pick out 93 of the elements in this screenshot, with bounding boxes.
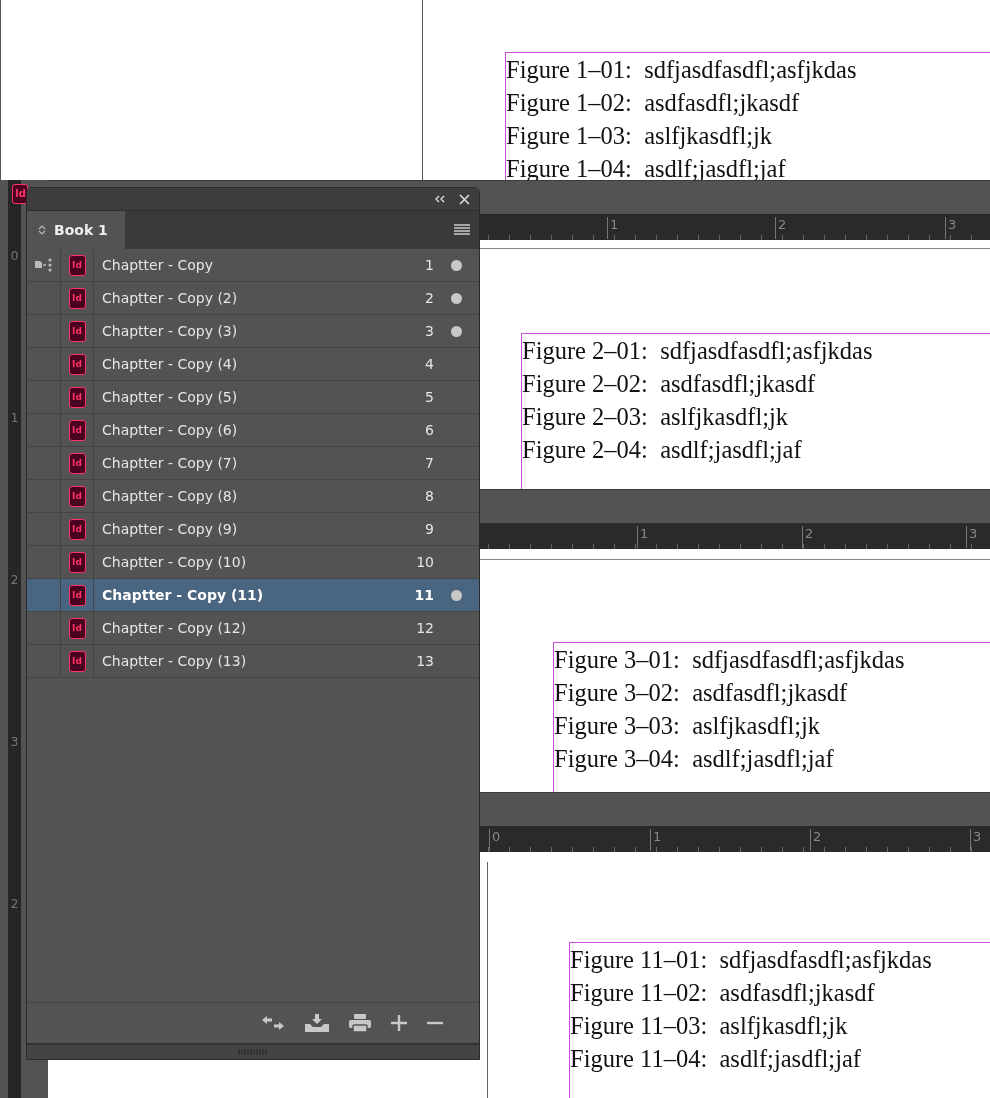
panel-tab[interactable]: Book 1 <box>27 211 125 249</box>
indesign-file-icon: Id <box>68 452 86 474</box>
ruler-label: 3 <box>945 217 957 239</box>
chapter-name: Chaptter - Copy <box>102 257 214 273</box>
ruler-label: 3 <box>10 734 19 750</box>
chapter-name: Chaptter - Copy (5) <box>102 389 239 405</box>
print-icon[interactable] <box>349 1014 371 1032</box>
ruler-label: 2 <box>810 829 822 851</box>
indesign-file-icon: Id <box>68 485 86 507</box>
chapter-row[interactable]: Id Chaptter - Copy (12) 12 <box>27 612 479 645</box>
chapter-row[interactable]: Id Chaptter - Copy (7) 7 <box>27 447 479 480</box>
page-number: 3 <box>424 323 434 339</box>
ruler-label: 0 <box>489 829 501 851</box>
ruler-label: 1 <box>637 526 649 548</box>
chapter-row[interactable]: Id Chaptter - Copy (5) 5 <box>27 381 479 414</box>
chapter-row[interactable]: Id Chaptter - Copy (2) 2 <box>27 282 479 315</box>
figure-caption: Figure 11–02: asdfasdfl;jkasdf <box>570 978 876 1008</box>
indesign-file-icon: Id <box>68 551 86 573</box>
page-number: 2 <box>424 290 434 306</box>
page-number: 5 <box>424 389 434 405</box>
indesign-file-icon: Id <box>68 584 86 606</box>
chapter-name: Chaptter - Copy (4) <box>102 356 239 372</box>
figure-caption: Figure 2–04: asdlf;jasdfl;jaf <box>522 435 803 465</box>
chapter-row[interactable]: Id Chaptter - Copy (4) 4 <box>27 348 479 381</box>
figure-caption: Figure 1–04: asdlf;jasdfl;jaf <box>506 154 787 184</box>
indesign-file-icon: Id <box>68 320 86 342</box>
indesign-file-icon: Id <box>68 386 86 408</box>
chapter-name: Chaptter - Copy (13) <box>102 653 248 669</box>
figure-caption: Figure 3–03: aslfjkasdfl;jk <box>554 711 822 741</box>
figure-caption: Figure 3–01: sdfjasdfasdfl;asfjkdas <box>554 645 906 675</box>
ruler-label: 1 <box>10 410 19 426</box>
page-number: 7 <box>424 455 434 471</box>
chapter-row[interactable]: Id Chaptter - Copy (11) 11 <box>27 579 479 612</box>
figure-caption: Figure 11–03: aslfjkasdfl;jk <box>570 1011 849 1041</box>
ruler-label: 2 <box>775 217 787 239</box>
ruler-label: 2 <box>10 896 19 912</box>
chapter-name: Chaptter - Copy (9) <box>102 521 239 537</box>
ruler-label: 1 <box>607 217 619 239</box>
indesign-file-icon: Id <box>68 287 86 309</box>
chapter-name: Chaptter - Copy (12) <box>102 620 248 636</box>
chapter-row[interactable]: Id Chaptter - Copy (3) 3 <box>27 315 479 348</box>
figure-caption: Figure 3–04: asdlf;jasdfl;jaf <box>554 744 835 774</box>
page-number: 10 <box>415 554 434 570</box>
chapter-name: Chaptter - Copy (2) <box>102 290 239 306</box>
figure-caption: Figure 1–03: aslfjkasdfl;jk <box>506 121 774 151</box>
figure-caption: Figure 11–04: asdlf;jasdfl;jaf <box>570 1044 862 1074</box>
figure-caption: Figure 3–02: asdfasdfl;jkasdf <box>554 678 849 708</box>
indesign-file-icon: Id <box>68 353 86 375</box>
indesign-file-icon: Id <box>68 617 86 639</box>
ruler-label: 1 <box>650 829 662 851</box>
ruler-label: 0 <box>10 248 19 264</box>
synchronize-icon[interactable] <box>261 1015 285 1031</box>
page-number: 1 <box>424 257 434 273</box>
indesign-file-icon: Id <box>68 419 86 441</box>
indesign-file-icon: Id <box>68 254 86 276</box>
page-number: 9 <box>424 521 434 537</box>
menu-icon[interactable] <box>454 224 470 236</box>
chapter-name: Chaptter - Copy (10) <box>102 554 248 570</box>
page-number: 11 <box>413 587 434 603</box>
figure-caption: Figure 1–02: asdfasdfl;jkasdf <box>506 88 801 118</box>
page-number: 12 <box>415 620 434 636</box>
figure-caption: Figure 11–01: sdfjasdfasdfl;asfjkdas <box>570 945 933 975</box>
chapter-row[interactable]: Id Chaptter - Copy 1 <box>27 249 479 282</box>
chapter-row[interactable]: Id Chaptter - Copy (13) 13 <box>27 645 479 678</box>
chapter-name: Chaptter - Copy (11) <box>102 587 265 603</box>
chapter-row[interactable]: Id Chaptter - Copy (8) 8 <box>27 480 479 513</box>
chapter-row[interactable]: Id Chaptter - Copy (6) 6 <box>27 414 479 447</box>
chapter-name: Chaptter - Copy (8) <box>102 488 239 504</box>
ruler-label: 3 <box>966 526 978 548</box>
page-number: 6 <box>424 422 434 438</box>
sort-icon <box>38 224 46 236</box>
ruler-label: 2 <box>802 526 814 548</box>
figure-caption: Figure 2–03: aslfjkasdfl;jk <box>522 402 790 432</box>
figure-caption: Figure 2–01: sdfjasdfasdfl;asfjkdas <box>522 336 874 366</box>
chapter-row[interactable]: Id Chaptter - Copy (9) 9 <box>27 513 479 546</box>
indesign-file-icon: Id <box>68 650 86 672</box>
figure-caption: Figure 1–01: sdfjasdfasdfl;asfjkdas <box>506 55 858 85</box>
collapse-icon[interactable] <box>434 194 446 204</box>
add-document-icon[interactable] <box>305 1014 329 1032</box>
plus-icon[interactable] <box>391 1015 407 1031</box>
page-number: 13 <box>415 653 434 669</box>
chapter-name: Chaptter - Copy (7) <box>102 455 239 471</box>
close-icon[interactable] <box>459 193 470 205</box>
page-number: 8 <box>424 488 434 504</box>
ruler-label: 2 <box>10 572 19 588</box>
figure-caption: Figure 2–02: asdfasdfl;jkasdf <box>522 369 817 399</box>
app-icon: Id <box>12 184 28 204</box>
chapter-name: Chaptter - Copy (3) <box>102 323 239 339</box>
page-number: 4 <box>424 356 434 372</box>
ruler-label: 3 <box>970 829 982 851</box>
chapter-name: Chaptter - Copy (6) <box>102 422 239 438</box>
indesign-file-icon: Id <box>68 518 86 540</box>
minus-icon[interactable] <box>427 1021 443 1025</box>
